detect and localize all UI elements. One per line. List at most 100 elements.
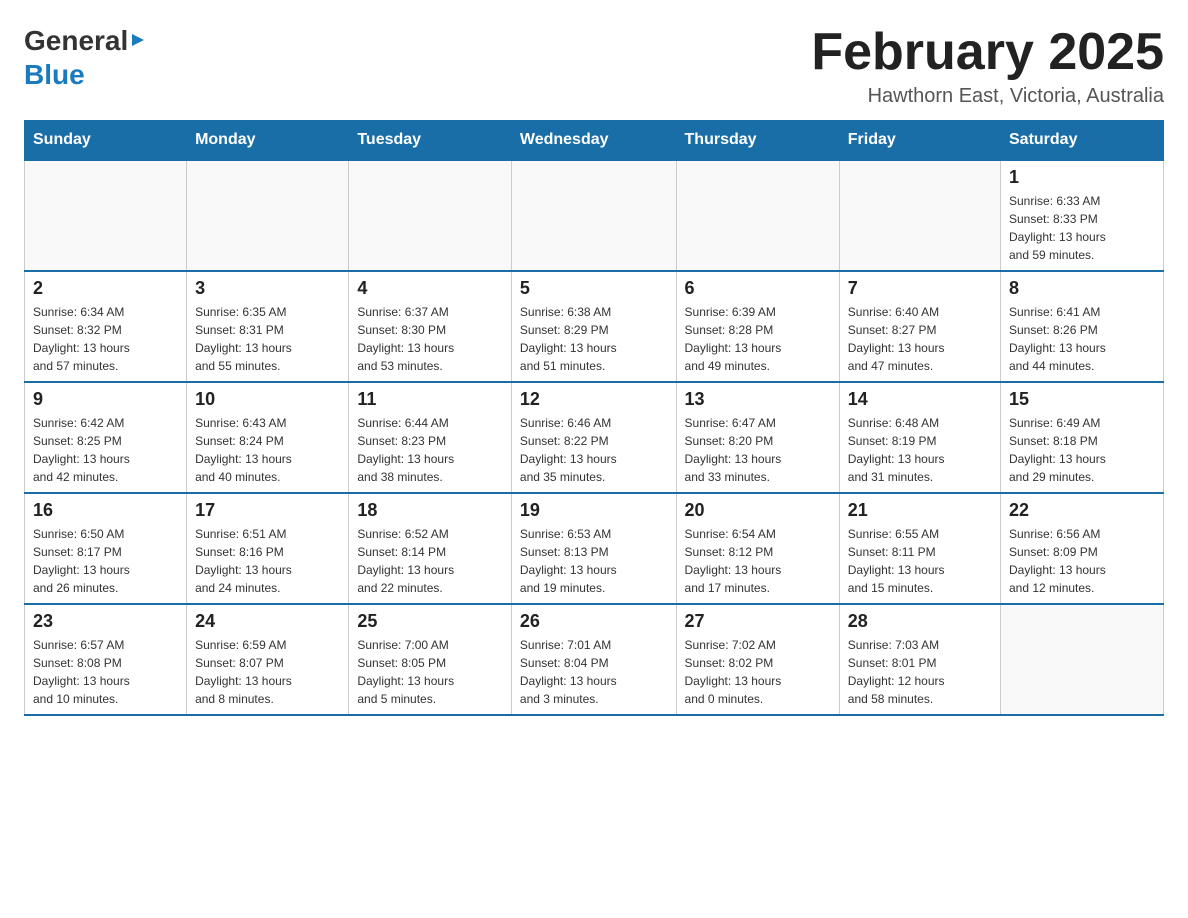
- calendar-cell: 15 Sunrise: 6:49 AM Sunset: 8:18 PM Dayli…: [1001, 382, 1164, 493]
- page-header: General Blue February 2025 Hawthorn East…: [24, 24, 1164, 108]
- day-number: 20: [685, 500, 831, 521]
- calendar-cell: 13 Sunrise: 6:47 AM Sunset: 8:20 PM Dayli…: [676, 382, 839, 493]
- calendar-cell: 18 Sunrise: 6:52 AM Sunset: 8:14 PM Dayli…: [349, 493, 512, 604]
- day-info: Sunrise: 6:38 AM Sunset: 8:29 PM Dayligh…: [520, 303, 668, 375]
- day-info: Sunrise: 6:43 AM Sunset: 8:24 PM Dayligh…: [195, 414, 340, 486]
- calendar-cell: 14 Sunrise: 6:48 AM Sunset: 8:19 PM Dayli…: [839, 382, 1000, 493]
- day-info: Sunrise: 6:49 AM Sunset: 8:18 PM Dayligh…: [1009, 414, 1155, 486]
- calendar-cell: 22 Sunrise: 6:56 AM Sunset: 8:09 PM Dayli…: [1001, 493, 1164, 604]
- calendar-cell: 4 Sunrise: 6:37 AM Sunset: 8:30 PM Daylig…: [349, 271, 512, 382]
- calendar-cell: 6 Sunrise: 6:39 AM Sunset: 8:28 PM Daylig…: [676, 271, 839, 382]
- day-info: Sunrise: 6:34 AM Sunset: 8:32 PM Dayligh…: [33, 303, 178, 375]
- day-number: 25: [357, 611, 503, 632]
- day-of-week-header: Saturday: [1001, 121, 1164, 161]
- day-info: Sunrise: 6:46 AM Sunset: 8:22 PM Dayligh…: [520, 414, 668, 486]
- day-number: 1: [1009, 167, 1155, 188]
- day-number: 13: [685, 389, 831, 410]
- day-info: Sunrise: 6:59 AM Sunset: 8:07 PM Dayligh…: [195, 636, 340, 708]
- calendar-cell: [349, 160, 512, 271]
- day-info: Sunrise: 7:01 AM Sunset: 8:04 PM Dayligh…: [520, 636, 668, 708]
- calendar-cell: 23 Sunrise: 6:57 AM Sunset: 8:08 PM Dayli…: [25, 604, 187, 715]
- day-info: Sunrise: 6:52 AM Sunset: 8:14 PM Dayligh…: [357, 525, 503, 597]
- day-number: 4: [357, 278, 503, 299]
- week-row: 9 Sunrise: 6:42 AM Sunset: 8:25 PM Daylig…: [25, 382, 1164, 493]
- calendar-cell: 27 Sunrise: 7:02 AM Sunset: 8:02 PM Dayli…: [676, 604, 839, 715]
- calendar-cell: 19Sunrise: 6:53 AM Sunset: 8:13 PM Dayli…: [511, 493, 676, 604]
- logo-general-text: General: [24, 24, 128, 58]
- calendar-cell: [25, 160, 187, 271]
- week-row: 1 Sunrise: 6:33 AM Sunset: 8:33 PM Daylig…: [25, 160, 1164, 271]
- day-of-week-header: Wednesday: [511, 121, 676, 161]
- day-number: 3: [195, 278, 340, 299]
- calendar-cell: [187, 160, 349, 271]
- day-number: 9: [33, 389, 178, 410]
- calendar-cell: 25 Sunrise: 7:00 AM Sunset: 8:05 PM Dayli…: [349, 604, 512, 715]
- day-number: 27: [685, 611, 831, 632]
- day-number: 2: [33, 278, 178, 299]
- day-of-week-header: Thursday: [676, 121, 839, 161]
- calendar-cell: 12 Sunrise: 6:46 AM Sunset: 8:22 PM Dayli…: [511, 382, 676, 493]
- calendar-cell: 1 Sunrise: 6:33 AM Sunset: 8:33 PM Daylig…: [1001, 160, 1164, 271]
- day-info: Sunrise: 7:02 AM Sunset: 8:02 PM Dayligh…: [685, 636, 831, 708]
- day-number: 26: [520, 611, 668, 632]
- day-info: Sunrise: 6:33 AM Sunset: 8:33 PM Dayligh…: [1009, 192, 1155, 264]
- day-info: Sunrise: 6:57 AM Sunset: 8:08 PM Dayligh…: [33, 636, 178, 708]
- calendar-cell: [676, 160, 839, 271]
- day-info: Sunrise: 6:39 AM Sunset: 8:28 PM Dayligh…: [685, 303, 831, 375]
- calendar-cell: 10 Sunrise: 6:43 AM Sunset: 8:24 PM Dayli…: [187, 382, 349, 493]
- day-info: Sunrise: 6:40 AM Sunset: 8:27 PM Dayligh…: [848, 303, 992, 375]
- day-info: Sunrise: 6:55 AM Sunset: 8:11 PM Dayligh…: [848, 525, 992, 597]
- day-number: 18: [357, 500, 503, 521]
- day-number: 10: [195, 389, 340, 410]
- day-info: Sunrise: 6:42 AM Sunset: 8:25 PM Dayligh…: [33, 414, 178, 486]
- calendar-cell: 9 Sunrise: 6:42 AM Sunset: 8:25 PM Daylig…: [25, 382, 187, 493]
- calendar-header-row: SundayMondayTuesdayWednesdayThursdayFrid…: [25, 121, 1164, 161]
- day-info: Sunrise: 6:41 AM Sunset: 8:26 PM Dayligh…: [1009, 303, 1155, 375]
- calendar-cell: 11Sunrise: 6:44 AM Sunset: 8:23 PM Dayli…: [349, 382, 512, 493]
- week-row: 16 Sunrise: 6:50 AM Sunset: 8:17 PM Dayli…: [25, 493, 1164, 604]
- calendar-cell: 8 Sunrise: 6:41 AM Sunset: 8:26 PM Daylig…: [1001, 271, 1164, 382]
- day-info: Sunrise: 7:03 AM Sunset: 8:01 PM Dayligh…: [848, 636, 992, 708]
- day-number: 7: [848, 278, 992, 299]
- calendar-cell: 2 Sunrise: 6:34 AM Sunset: 8:32 PM Daylig…: [25, 271, 187, 382]
- location-text: Hawthorn East, Victoria, Australia: [811, 85, 1164, 108]
- day-number: 15: [1009, 389, 1155, 410]
- calendar-table: SundayMondayTuesdayWednesdayThursdayFrid…: [24, 120, 1164, 716]
- logo: General Blue: [24, 24, 146, 91]
- day-number: 6: [685, 278, 831, 299]
- day-info: Sunrise: 6:50 AM Sunset: 8:17 PM Dayligh…: [33, 525, 178, 597]
- day-of-week-header: Friday: [839, 121, 1000, 161]
- calendar-cell: 28 Sunrise: 7:03 AM Sunset: 8:01 PM Dayli…: [839, 604, 1000, 715]
- day-of-week-header: Monday: [187, 121, 349, 161]
- calendar-cell: 21Sunrise: 6:55 AM Sunset: 8:11 PM Dayli…: [839, 493, 1000, 604]
- calendar-cell: 20 Sunrise: 6:54 AM Sunset: 8:12 PM Dayli…: [676, 493, 839, 604]
- day-of-week-header: Tuesday: [349, 121, 512, 161]
- month-title: February 2025: [811, 24, 1164, 81]
- calendar-cell: [839, 160, 1000, 271]
- day-number: 8: [1009, 278, 1155, 299]
- day-number: 28: [848, 611, 992, 632]
- day-number: 16: [33, 500, 178, 521]
- day-info: Sunrise: 6:37 AM Sunset: 8:30 PM Dayligh…: [357, 303, 503, 375]
- week-row: 23 Sunrise: 6:57 AM Sunset: 8:08 PM Dayli…: [25, 604, 1164, 715]
- day-number: 12: [520, 389, 668, 410]
- day-number: 22: [1009, 500, 1155, 521]
- day-info: Sunrise: 6:47 AM Sunset: 8:20 PM Dayligh…: [685, 414, 831, 486]
- day-number: 24: [195, 611, 340, 632]
- logo-blue-text: Blue: [24, 59, 85, 90]
- week-row: 2 Sunrise: 6:34 AM Sunset: 8:32 PM Daylig…: [25, 271, 1164, 382]
- day-info: Sunrise: 7:00 AM Sunset: 8:05 PM Dayligh…: [357, 636, 503, 708]
- calendar-cell: 3Sunrise: 6:35 AM Sunset: 8:31 PM Daylig…: [187, 271, 349, 382]
- day-info: Sunrise: 6:56 AM Sunset: 8:09 PM Dayligh…: [1009, 525, 1155, 597]
- day-number: 23: [33, 611, 178, 632]
- day-info: Sunrise: 6:48 AM Sunset: 8:19 PM Dayligh…: [848, 414, 992, 486]
- day-number: 14: [848, 389, 992, 410]
- calendar-cell: 7 Sunrise: 6:40 AM Sunset: 8:27 PM Daylig…: [839, 271, 1000, 382]
- day-number: 19: [520, 500, 668, 521]
- calendar-cell: 26 Sunrise: 7:01 AM Sunset: 8:04 PM Dayli…: [511, 604, 676, 715]
- calendar-cell: 17Sunrise: 6:51 AM Sunset: 8:16 PM Dayli…: [187, 493, 349, 604]
- calendar-cell: 5Sunrise: 6:38 AM Sunset: 8:29 PM Daylig…: [511, 271, 676, 382]
- calendar-cell: [511, 160, 676, 271]
- day-info: Sunrise: 6:54 AM Sunset: 8:12 PM Dayligh…: [685, 525, 831, 597]
- day-of-week-header: Sunday: [25, 121, 187, 161]
